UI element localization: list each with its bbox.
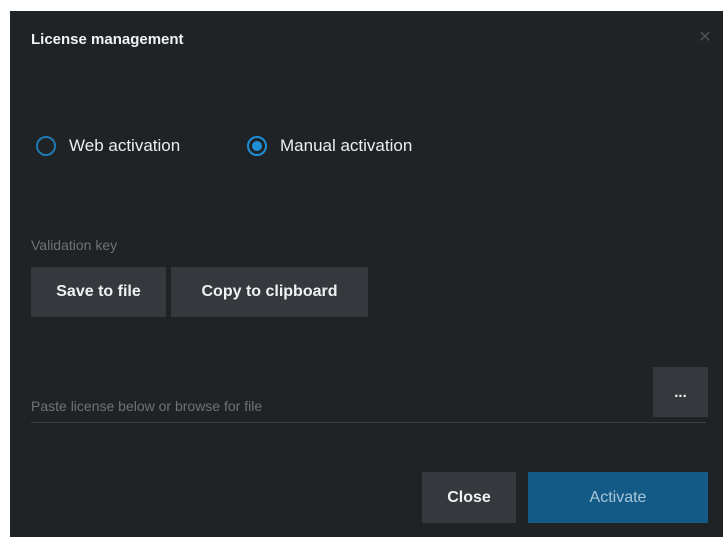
license-input[interactable] (31, 389, 706, 423)
activate-button[interactable]: Activate (528, 472, 708, 523)
close-icon[interactable]: ✕ (695, 28, 715, 48)
validation-key-label: Validation key (31, 237, 118, 253)
dialog-title: License management (31, 31, 184, 48)
license-management-dialog: License management ✕ Web activation Manu… (10, 11, 723, 537)
radio-unchecked-icon (36, 136, 56, 156)
web-activation-radio[interactable]: Web activation (36, 133, 180, 159)
browse-file-button[interactable]: ... (653, 367, 708, 417)
web-activation-label: Web activation (69, 136, 181, 155)
radio-checked-icon (247, 136, 267, 156)
manual-activation-radio[interactable]: Manual activation (247, 133, 412, 159)
save-to-file-button[interactable]: Save to file (31, 267, 166, 317)
copy-to-clipboard-button[interactable]: Copy to clipboard (171, 267, 368, 317)
manual-activation-label: Manual activation (280, 136, 413, 155)
close-button[interactable]: Close (422, 472, 516, 523)
